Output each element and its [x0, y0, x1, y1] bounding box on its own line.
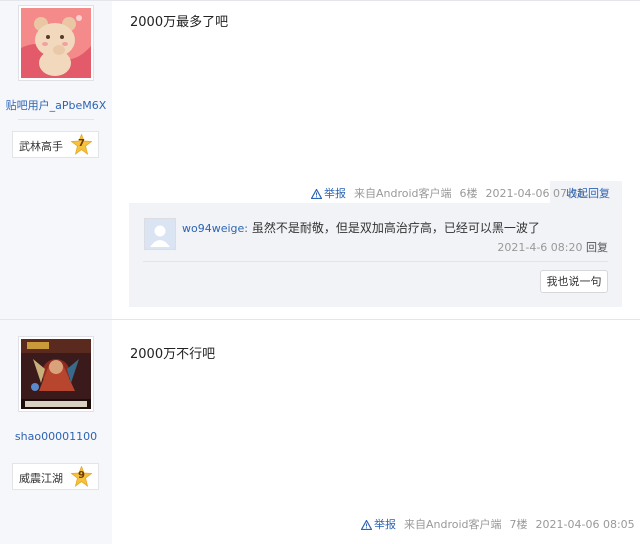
collapse-replies-label[interactable]: 收起回复 [566, 187, 610, 200]
post-tail: 举报来自Android客户端7楼2021-04-06 08:05回复 [360, 516, 640, 536]
level-number: 7 [78, 138, 85, 149]
post-tail: 举报 来自Android客户端 6楼 2021-04-06 07:58 [310, 185, 585, 203]
collapse-replies-link[interactable]: 收起回复 [566, 185, 610, 203]
level-badge[interactable]: 威震江湖 9 [12, 463, 99, 490]
reply-text: 虽然不是耐敬，但是双加高治疗高，已经可以黑一波了 [251, 221, 540, 235]
post-content: 2000万最多了吧 [130, 15, 229, 30]
username-link[interactable]: 贴吧用户_aPbeM6X [0, 97, 112, 113]
floor-number: 7楼 [509, 518, 528, 531]
report-link[interactable]: 举报 [374, 518, 396, 531]
level-badge[interactable]: 武林高手 7 [12, 131, 99, 158]
reply-separator [143, 261, 608, 262]
star-badge-icon: 9 [70, 465, 93, 487]
warning-triangle-icon [360, 518, 373, 536]
reply-time: 2021-4-6 08:20 [497, 241, 583, 254]
avatar[interactable] [18, 5, 94, 81]
reply-thread: wo94weige: 虽然不是耐敬，但是双加高治疗高，已经可以黑一波了 2021… [129, 203, 622, 307]
client-source: 来自Android客户端 [354, 187, 452, 200]
username-link[interactable]: shao00001100 [0, 430, 112, 443]
author-sidebar: shao00001100 威震江湖 9 [0, 320, 112, 544]
author-sidebar: 贴吧用户_aPbeM6X 武林高手 7 [0, 1, 112, 319]
reply-avatar[interactable] [144, 218, 176, 250]
reply-username[interactable]: wo94weige [182, 222, 244, 235]
client-source: 来自Android客户端 [404, 518, 502, 531]
level-title: 威震江湖 [19, 472, 63, 485]
avatar[interactable] [18, 336, 94, 412]
add-comment-button[interactable]: 我也说一句 [540, 270, 608, 293]
post-time: 2021-04-06 08:05 [535, 518, 635, 531]
floor-number: 6楼 [459, 187, 478, 200]
reply-item: wo94weige: 虽然不是耐敬，但是双加高治疗高，已经可以黑一波了 [182, 219, 540, 236]
level-title: 武林高手 [19, 140, 63, 153]
reply-to-reply-link[interactable]: 回复 [586, 241, 608, 254]
reply-meta: 2021-4-6 08:20 回复 [497, 239, 608, 255]
bear-avatar-image [21, 8, 91, 78]
username-underline [18, 119, 94, 120]
reply-colon: : [244, 222, 249, 235]
report-link[interactable]: 举报 [324, 187, 346, 200]
post-content: 2000万不行吧 [130, 347, 216, 362]
level-number: 9 [78, 470, 85, 481]
star-badge-icon: 7 [70, 133, 93, 155]
post-floor-6: 贴吧用户_aPbeM6X 武林高手 7 2000万最多了吧 举报 来自Androi… [0, 1, 640, 319]
post-floor-7: shao00001100 威震江湖 9 2000万不行吧 举报 来自Android… [0, 320, 640, 544]
game-character-avatar-image [21, 339, 91, 409]
